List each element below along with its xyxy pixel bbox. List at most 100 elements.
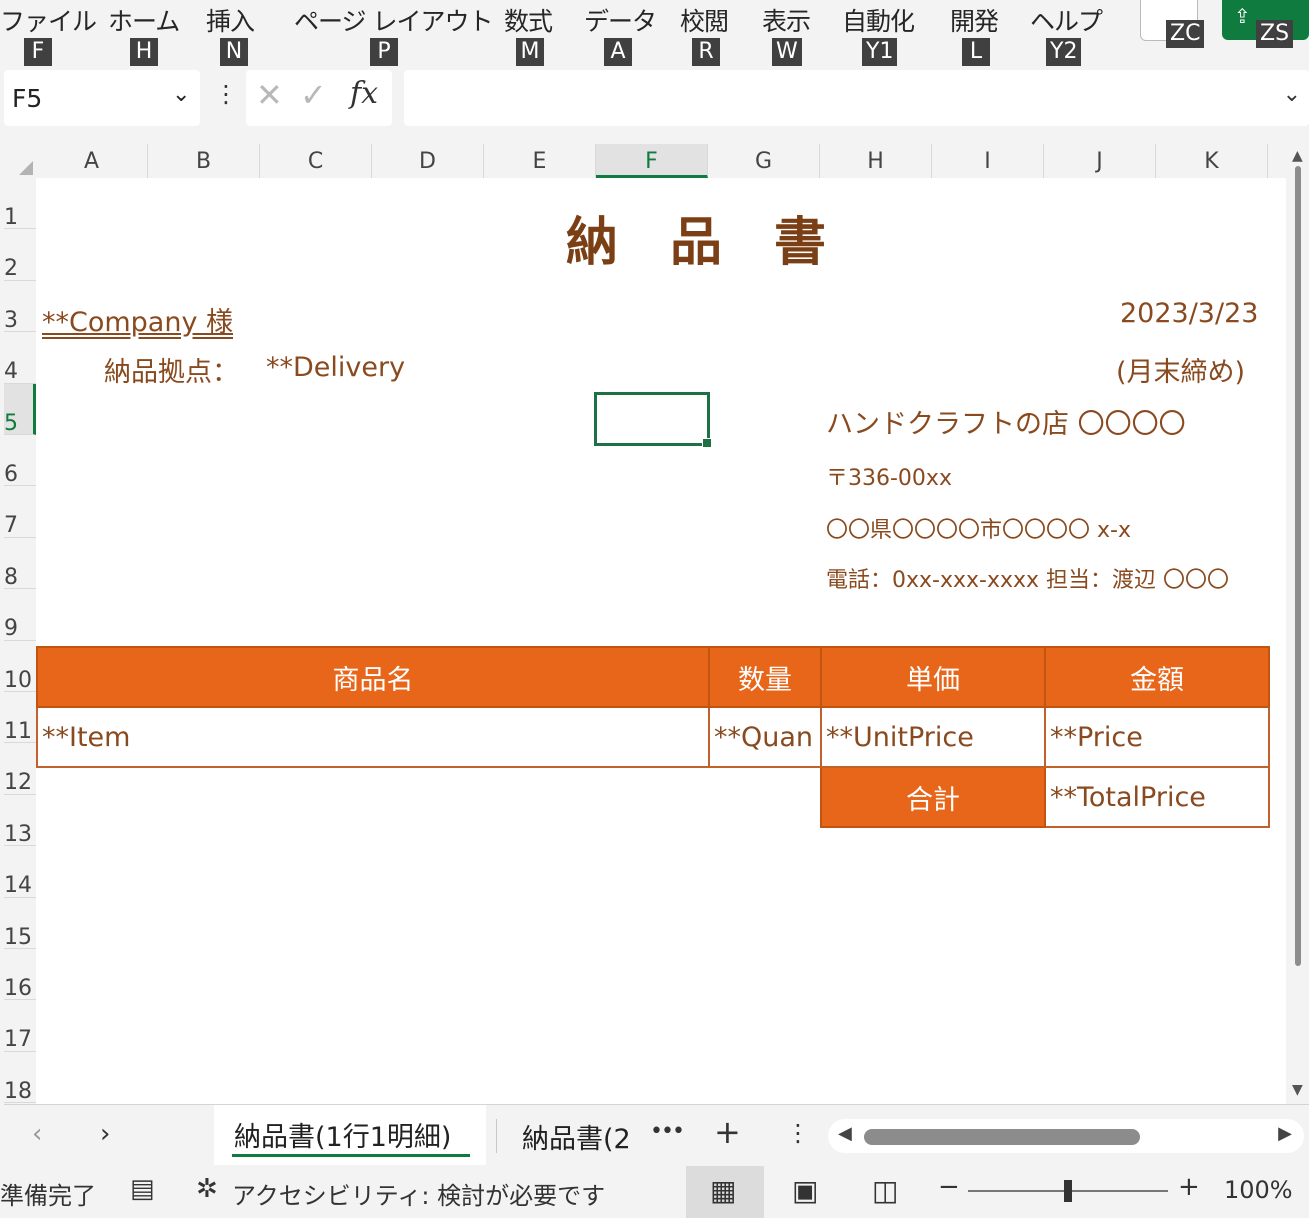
row-header-16[interactable]: 16 [4, 949, 36, 1001]
keytip-developer: L [962, 38, 990, 66]
cancel-icon[interactable]: ✕ [256, 76, 283, 114]
ribbon-tab-bar: ファイル ホーム 挿入 ページ レイアウト 数式 データ 校閲 表示 自動化 開… [0, 0, 1309, 66]
scroll-up-icon[interactable]: ▲ [1292, 148, 1303, 164]
ribbon-tab-home[interactable]: ホーム [108, 2, 180, 38]
scroll-left-icon[interactable]: ◀ [838, 1123, 852, 1144]
cell-item[interactable]: **Item [36, 706, 710, 768]
keytip-share: ZS [1256, 20, 1294, 48]
expand-formula-bar-icon[interactable]: ⌄ [1283, 82, 1301, 107]
zoom-level[interactable]: 100% [1224, 1176, 1293, 1204]
ribbon-tab-review[interactable]: 校閲 [680, 2, 729, 38]
column-header-a[interactable]: A [36, 144, 148, 178]
sheet-tab-2[interactable]: 納品書(2 [512, 1117, 634, 1157]
row-header-7[interactable]: 7 [4, 486, 36, 538]
empty-cell[interactable] [37, 767, 709, 827]
keytip-help: Y2 [1046, 38, 1082, 66]
ribbon-tab-help[interactable]: ヘルプ [1030, 2, 1103, 38]
column-header-j[interactable]: J [1044, 144, 1156, 178]
active-cell-selection[interactable] [594, 392, 712, 448]
sheet-options-icon[interactable]: ⋮ [786, 1119, 810, 1147]
row-header-8[interactable]: 8 [4, 538, 36, 590]
worksheet-grid[interactable]: 納品書 **Company 様 納品拠点： **Delivery 2023/3/… [36, 178, 1286, 1104]
macro-recording-icon[interactable]: ▤ [130, 1174, 155, 1204]
column-header-d[interactable]: D [372, 144, 484, 178]
header-amount[interactable]: 金額 [1044, 646, 1270, 708]
row-header-11[interactable]: 11 [4, 692, 36, 744]
name-box[interactable]: F5 ⌄ [4, 70, 200, 126]
more-sheets-icon[interactable]: ••• [650, 1119, 685, 1144]
row-header-1[interactable]: 1 [4, 178, 36, 230]
zoom-in-button[interactable]: + [1178, 1172, 1200, 1202]
page-layout-view-icon[interactable]: ▣ [792, 1174, 818, 1207]
scroll-right-icon[interactable]: ▶ [1278, 1123, 1292, 1144]
row-header-15[interactable]: 15 [4, 898, 36, 949]
column-header-f[interactable]: F [596, 144, 708, 178]
keytip-automate: Y1 [862, 38, 898, 66]
name-box-value: F5 [12, 84, 43, 113]
select-all-button[interactable] [4, 144, 36, 178]
total-label[interactable]: 合計 [820, 766, 1046, 828]
customer-company: **Company 様 [42, 307, 234, 338]
issue-date: 2023/3/23 [1120, 298, 1259, 329]
horizontal-scrollbar[interactable]: ◀ ▶ [828, 1119, 1304, 1153]
row-header-5[interactable]: 5 [4, 383, 36, 435]
ribbon-tab-formulas[interactable]: 数式 [504, 2, 553, 38]
ribbon-tab-developer[interactable]: 開発 [950, 2, 999, 38]
ribbon-tab-automate[interactable]: 自動化 [842, 2, 915, 38]
horizontal-scroll-thumb[interactable] [864, 1129, 1140, 1145]
row-header-12[interactable]: 12 [4, 743, 36, 795]
ribbon-tab-data[interactable]: データ [584, 2, 657, 38]
chevron-left-icon[interactable]: ‹ [32, 1119, 42, 1149]
cell-unit-price[interactable]: **UnitPrice [820, 706, 1046, 768]
row-header-17[interactable]: 17 [4, 1000, 36, 1052]
accessibility-icon[interactable]: ✲ [196, 1174, 218, 1204]
row-header-14[interactable]: 14 [4, 846, 36, 898]
ribbon-tab-page-layout[interactable]: ページ レイアウト [294, 2, 493, 38]
row-header-13[interactable]: 13 [4, 795, 36, 847]
empty-cell[interactable] [709, 767, 821, 827]
header-item-name[interactable]: 商品名 [36, 646, 710, 708]
scroll-down-icon[interactable]: ▼ [1292, 1082, 1303, 1098]
ribbon-tab-insert[interactable]: 挿入 [206, 2, 255, 38]
vertical-scroll-thumb[interactable] [1295, 166, 1301, 966]
page-break-preview-icon[interactable]: ◫ [872, 1174, 898, 1207]
status-bar: 準備完了 ▤ ✲ アクセシビリティ: 検討が必要です ▦ ▣ ◫ − + 100… [0, 1166, 1309, 1218]
chevron-down-icon[interactable]: ⌄ [172, 82, 190, 107]
column-header-e[interactable]: E [484, 144, 596, 178]
zoom-out-button[interactable]: − [938, 1172, 960, 1202]
vertical-scrollbar[interactable]: ▲ ▼ [1287, 144, 1309, 1104]
check-icon[interactable]: ✓ [300, 76, 327, 114]
insert-function-icon[interactable]: fx [350, 76, 378, 111]
column-header-h[interactable]: H [820, 144, 932, 178]
zoom-slider-thumb[interactable] [1064, 1180, 1072, 1202]
row-header-18[interactable]: 18 [4, 1052, 36, 1104]
cell-quantity[interactable]: **Quan [708, 706, 822, 768]
fill-handle[interactable] [702, 438, 712, 448]
keytip-home: H [130, 38, 158, 66]
sheet-tab-active[interactable]: 納品書(1行1明細) [214, 1105, 486, 1165]
chevron-right-icon[interactable]: › [100, 1119, 110, 1149]
row-header-2[interactable]: 2 [4, 229, 36, 281]
row-header-3[interactable]: 3 [4, 281, 36, 333]
add-sheet-button[interactable]: + [714, 1113, 741, 1151]
column-header-c[interactable]: C [260, 144, 372, 178]
ribbon-tab-file[interactable]: ファイル [0, 2, 97, 38]
total-value[interactable]: **TotalPrice [1044, 766, 1270, 828]
column-header-i[interactable]: I [932, 144, 1044, 178]
cell-price[interactable]: **Price [1044, 706, 1270, 768]
column-header-b[interactable]: B [148, 144, 260, 178]
formula-input[interactable]: ⌄ [404, 70, 1309, 126]
ribbon-tab-view[interactable]: 表示 [762, 2, 811, 38]
keytip-page-layout: P [370, 38, 398, 66]
row-header-9[interactable]: 9 [4, 589, 36, 641]
row-header-4[interactable]: 4 [4, 332, 36, 384]
column-header-k[interactable]: K [1156, 144, 1268, 178]
header-unit-price[interactable]: 単価 [820, 646, 1046, 708]
normal-view-button[interactable]: ▦ [686, 1166, 764, 1218]
formula-bar-more-icon[interactable]: ⋮ [214, 80, 238, 108]
accessibility-status[interactable]: アクセシビリティ: 検討が必要です [232, 1176, 605, 1211]
column-header-g[interactable]: G [708, 144, 820, 178]
row-header-10[interactable]: 10 [4, 641, 36, 692]
header-quantity[interactable]: 数量 [708, 646, 822, 708]
row-header-6[interactable]: 6 [4, 435, 36, 487]
